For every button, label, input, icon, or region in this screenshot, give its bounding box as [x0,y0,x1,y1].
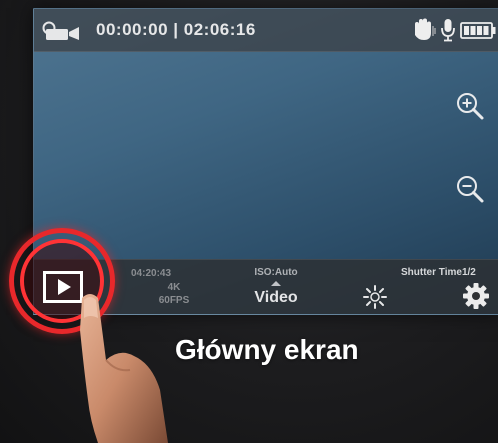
microphone-icon[interactable] [441,18,455,47]
white-balance-icon[interactable] [362,284,388,315]
caption-title: Główny ekran [175,334,359,365]
zoom-in-icon[interactable] [455,91,485,126]
remaining-time: 04:20:43 [131,268,172,279]
promo-stage: 00:00:00 | 02:06:16 04:20:43 4K 60FPS IS… [0,0,498,443]
iso-setting[interactable]: ISO:Auto [246,267,306,278]
battery-icon [460,22,496,44]
zoom-out-icon[interactable] [455,174,485,209]
pointing-finger-image [60,290,170,443]
hand-gesture-icon[interactable] [411,18,437,47]
mode-selector[interactable]: Video [242,289,310,307]
mode-caret-icon [271,281,281,286]
recording-timecode: 00:00:00 | 02:06:16 [96,20,256,39]
shutter-time-setting[interactable]: Shutter Time1/2 [401,267,476,278]
status-bar: 00:00:00 | 02:06:16 [34,9,498,52]
video-camera-icon [42,21,82,46]
gear-icon[interactable] [462,282,490,315]
